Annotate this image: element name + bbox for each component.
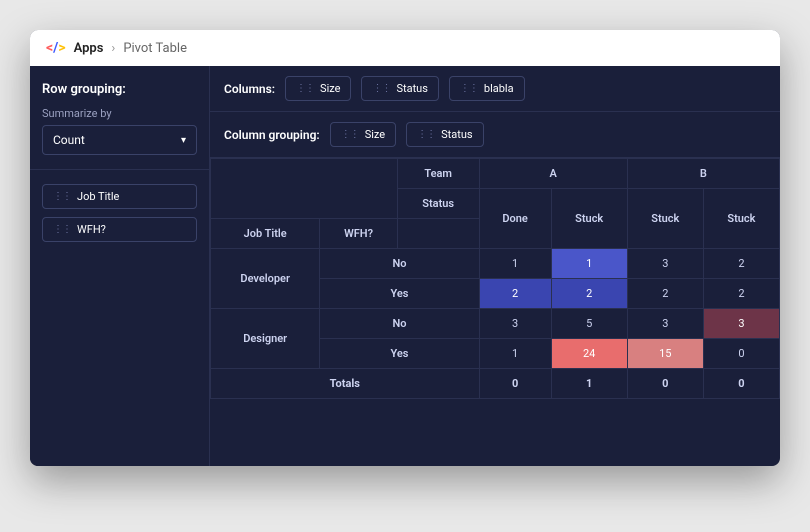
chevron-down-icon: ▾ (181, 135, 186, 146)
table-row: DesignerNo3533 (211, 309, 780, 339)
grip-icon: ⋮⋮ (372, 83, 390, 94)
colgrp-chip-status[interactable]: ⋮⋮Status (406, 122, 483, 147)
team-label: Team (397, 159, 479, 189)
data-cell: 3 (703, 309, 779, 339)
col-grouping-bar: Column grouping: ⋮⋮Size ⋮⋮Status (210, 112, 780, 158)
wfh-cell: No (320, 309, 479, 339)
table-row: DeveloperNo1132 (211, 249, 780, 279)
grip-icon: ⋮⋮ (460, 83, 478, 94)
col-stuck-b2: Stuck (703, 189, 779, 249)
data-cell: 2 (627, 279, 703, 309)
team-header-row: Team A B (211, 159, 780, 189)
col-chip-blabla[interactable]: ⋮⋮blabla (449, 76, 525, 101)
grip-icon: ⋮⋮ (417, 129, 435, 140)
team-b: B (627, 159, 779, 189)
data-cell: 15 (627, 339, 703, 369)
data-cell: 24 (551, 339, 627, 369)
row-chip-wfh[interactable]: ⋮⋮WFH? (42, 217, 197, 242)
row-chip-list: ⋮⋮Job Title ⋮⋮WFH? (42, 184, 197, 242)
data-cell: 2 (479, 279, 551, 309)
blank-corner (211, 159, 398, 219)
data-cell: 3 (627, 309, 703, 339)
row-chip-job-title[interactable]: ⋮⋮Job Title (42, 184, 197, 209)
job-cell: Developer (211, 249, 320, 309)
main-panel: Columns: ⋮⋮Size ⋮⋮Status ⋮⋮blabla Column… (210, 66, 780, 466)
app-body: Row grouping: Summarize by Count ▾ ⋮⋮Job… (30, 66, 780, 466)
rowhdr-job: Job Title (211, 219, 320, 249)
rowhdr-wfh: WFH? (320, 219, 397, 249)
grip-icon: ⋮⋮ (296, 83, 314, 94)
breadcrumb-root[interactable]: Apps (74, 41, 104, 56)
columns-label: Columns: (224, 82, 275, 96)
colgrp-chip-size[interactable]: ⋮⋮Size (330, 122, 396, 147)
summarize-select[interactable]: Count ▾ (42, 125, 197, 155)
wfh-cell: Yes (320, 279, 479, 309)
total-cell: 1 (551, 369, 627, 399)
breadcrumb-page: Pivot Table (123, 41, 187, 56)
grip-icon: ⋮⋮ (53, 224, 71, 235)
top-bar: </> Apps › Pivot Table (30, 30, 780, 66)
job-cell: Designer (211, 309, 320, 369)
total-cell: 0 (479, 369, 551, 399)
totals-row: Totals 0 1 0 0 (211, 369, 780, 399)
app-logo: </> (46, 40, 66, 56)
team-a: A (479, 159, 627, 189)
data-cell: 5 (551, 309, 627, 339)
grip-icon: ⋮⋮ (53, 191, 71, 202)
total-cell: 0 (703, 369, 779, 399)
data-cell: 2 (703, 279, 779, 309)
grip-icon: ⋮⋮ (341, 129, 359, 140)
col-chip-size[interactable]: ⋮⋮Size (285, 76, 351, 101)
row-grouping-title: Row grouping: (42, 82, 197, 97)
divider (30, 169, 209, 170)
wfh-cell: Yes (320, 339, 479, 369)
wfh-cell: No (320, 249, 479, 279)
col-done: Done (479, 189, 551, 249)
summarize-label: Summarize by (42, 107, 197, 120)
col-stuck-a: Stuck (551, 189, 627, 249)
chevron-right-icon: › (111, 41, 115, 56)
col-grouping-label: Column grouping: (224, 128, 320, 142)
col-chip-status[interactable]: ⋮⋮Status (361, 76, 438, 101)
total-cell: 0 (627, 369, 703, 399)
data-cell: 3 (627, 249, 703, 279)
summarize-value: Count (53, 133, 85, 147)
app-window: </> Apps › Pivot Table Row grouping: Sum… (30, 30, 780, 466)
data-cell: 1 (479, 249, 551, 279)
data-cell: 1 (551, 249, 627, 279)
totals-label: Totals (211, 369, 480, 399)
status-label: Status (397, 189, 479, 219)
columns-bar: Columns: ⋮⋮Size ⋮⋮Status ⋮⋮blabla (210, 66, 780, 112)
sidebar: Row grouping: Summarize by Count ▾ ⋮⋮Job… (30, 66, 210, 466)
data-cell: 0 (703, 339, 779, 369)
blank (397, 219, 479, 249)
data-cell: 1 (479, 339, 551, 369)
col-stuck-b1: Stuck (627, 189, 703, 249)
data-cell: 2 (703, 249, 779, 279)
data-cell: 2 (551, 279, 627, 309)
pivot-table: Team A B Status Done Stuck Stuck Stuck J… (210, 158, 780, 399)
data-cell: 3 (479, 309, 551, 339)
